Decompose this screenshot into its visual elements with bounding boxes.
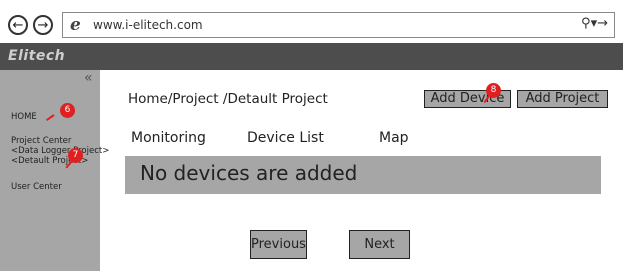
- forward-button[interactable]: →: [33, 15, 53, 35]
- sidebar-item-home[interactable]: HOME: [11, 112, 37, 122]
- sidebar-item-project-center[interactable]: Project Center: [11, 136, 71, 146]
- sidebar: « HOME Project Center <Data Logger Proje…: [0, 70, 109, 271]
- next-page-button[interactable]: Next: [349, 230, 410, 259]
- tab-device-list[interactable]: Device List: [247, 130, 324, 146]
- empty-state-banner: No devices are added: [125, 156, 601, 194]
- breadcrumb: Home/Project /Detault Project: [128, 91, 328, 107]
- back-button[interactable]: ←: [8, 15, 28, 35]
- elitech-logo[interactable]: Elitech: [8, 48, 65, 64]
- sidebar-item-data-logger-project[interactable]: <Data Logger Project>: [11, 146, 109, 156]
- url-text: www.i-elitech.com: [93, 18, 203, 32]
- address-bar[interactable]: e www.i-elitech.com ⚲▾→: [62, 12, 615, 38]
- collapse-sidebar-icon[interactable]: «: [84, 70, 93, 86]
- internet-explorer-icon: e: [70, 15, 81, 35]
- search-icon[interactable]: ⚲▾→: [581, 16, 608, 31]
- sidebar-item-user-center[interactable]: User Center: [11, 182, 62, 192]
- back-arrow-icon: ←: [12, 17, 24, 33]
- annotation-marker-7: 7: [68, 148, 83, 163]
- empty-state-message: No devices are added: [140, 161, 358, 185]
- annotation-marker-8: 8: [486, 83, 501, 98]
- browser-toolbar: ← → e www.i-elitech.com ⚲▾→: [0, 5, 623, 43]
- app-header: Elitech: [0, 43, 623, 70]
- tab-map[interactable]: Map: [379, 130, 409, 146]
- previous-page-button[interactable]: Previous: [250, 230, 307, 259]
- tab-monitoring[interactable]: Monitoring: [131, 130, 206, 146]
- annotation-marker-6: 6: [60, 103, 75, 118]
- forward-arrow-icon: →: [37, 17, 49, 33]
- add-project-button[interactable]: Add Project: [517, 90, 608, 108]
